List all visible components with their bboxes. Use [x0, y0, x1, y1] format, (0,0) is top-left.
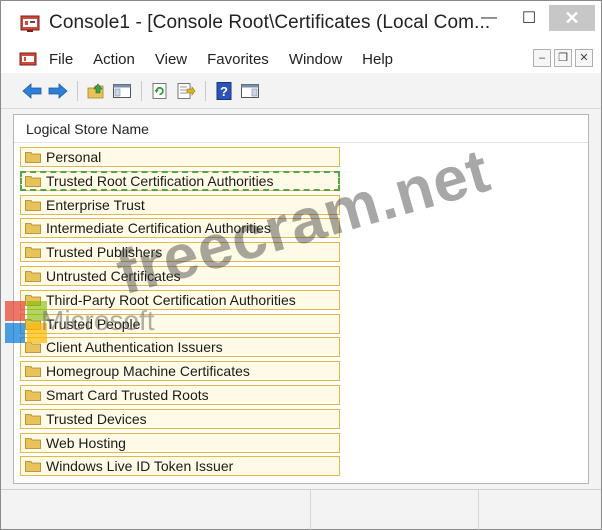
- child-window-buttons: – ❐ ✕: [533, 49, 593, 67]
- logical-store-list: Personal Trusted Root Certification Autho…: [20, 147, 340, 480]
- list-item[interactable]: Homegroup Machine Certificates: [20, 361, 340, 382]
- status-bar: [1, 489, 601, 530]
- child-close-button[interactable]: ✕: [575, 49, 593, 67]
- store-name: Enterprise Trust: [46, 196, 145, 213]
- folder-icon: [25, 342, 41, 354]
- list-item[interactable]: Trusted Root Certification Authorities: [20, 170, 340, 191]
- list-item[interactable]: Trusted Publishers: [20, 242, 340, 263]
- store-name: Trusted Root Certification Authorities: [46, 172, 274, 189]
- svg-text:?: ?: [220, 84, 228, 99]
- child-minimize-button[interactable]: –: [533, 49, 551, 67]
- menu-view[interactable]: View: [155, 51, 187, 68]
- store-name: Client Authentication Issuers: [46, 339, 223, 356]
- minimize-button[interactable]: —: [469, 5, 509, 31]
- store-name: Untrusted Certificates: [46, 267, 181, 284]
- back-arrow-icon: [22, 82, 42, 99]
- folder-icon: [25, 390, 41, 401]
- list-item[interactable]: Untrusted Certificates: [20, 265, 340, 286]
- menu-help[interactable]: Help: [362, 51, 393, 68]
- show-hide-console-tree-icon: [113, 83, 131, 98]
- console-system-menu-icon[interactable]: [19, 50, 37, 68]
- close-button[interactable]: ✕: [549, 5, 595, 31]
- store-name: Third-Party Root Certification Authoriti…: [46, 291, 296, 308]
- folder-icon: [25, 294, 41, 306]
- store-name: Intermediate Certification Authorities: [46, 220, 271, 237]
- list-item[interactable]: Web Hosting: [20, 432, 340, 453]
- list-item[interactable]: Personal: [20, 147, 340, 167]
- folder-icon: [25, 413, 41, 425]
- export-list-button[interactable]: [175, 80, 197, 102]
- refresh-icon: [152, 82, 167, 99]
- store-name: Web Hosting: [46, 434, 126, 451]
- list-item[interactable]: Trusted Devices: [20, 408, 340, 429]
- list-item[interactable]: Third-Party Root Certification Authoriti…: [20, 289, 340, 310]
- store-name: Trusted People: [46, 315, 141, 332]
- store-name: Smart Card Trusted Roots: [46, 386, 209, 403]
- help-button[interactable]: ?: [213, 80, 235, 102]
- folder-icon: [25, 175, 41, 187]
- folder-icon: [25, 366, 41, 378]
- up-one-level-button[interactable]: [85, 80, 107, 102]
- help-icon: ?: [216, 81, 232, 100]
- show-hide-console-tree-button[interactable]: [111, 80, 133, 102]
- folder-icon: [25, 437, 41, 449]
- folder-icon: [25, 318, 41, 330]
- store-name: Trusted Devices: [46, 410, 147, 427]
- store-name: Trusted Publishers: [46, 244, 163, 261]
- list-item[interactable]: Client Authentication Issuers: [20, 337, 340, 358]
- column-header-logical-store-name[interactable]: Logical Store Name: [14, 115, 588, 143]
- title-bar[interactable]: Console1 - [Console Root\Certificates (L…: [1, 1, 601, 45]
- store-name: Homegroup Machine Certificates: [46, 363, 250, 380]
- refresh-button[interactable]: [149, 80, 171, 102]
- folder-icon: [25, 223, 41, 235]
- export-list-icon: [177, 82, 196, 99]
- caption-buttons: — ☐ ✕: [469, 5, 595, 31]
- toolbar-separator: [205, 80, 206, 101]
- toolbar-separator: [141, 80, 142, 101]
- toolbar: ?: [1, 73, 601, 109]
- store-name: Personal: [46, 149, 102, 165]
- list-item[interactable]: Smart Card Trusted Roots: [20, 384, 340, 405]
- show-hide-action-pane-icon: [241, 83, 259, 98]
- list-item[interactable]: Intermediate Certification Authorities: [20, 218, 340, 239]
- mmc-console-icon: [19, 12, 41, 34]
- menu-action[interactable]: Action: [93, 51, 135, 68]
- status-cell: [311, 490, 479, 530]
- back-button[interactable]: [21, 80, 43, 102]
- status-cell: [1, 490, 311, 530]
- forward-button[interactable]: [47, 80, 69, 102]
- list-item[interactable]: Windows Live ID Token Issuer: [20, 456, 340, 477]
- folder-icon: [25, 247, 41, 259]
- folder-icon: [25, 271, 41, 282]
- child-restore-button[interactable]: ❐: [554, 49, 572, 67]
- status-cell: [479, 490, 601, 530]
- window-title: Console1 - [Console Root\Certificates (L…: [49, 12, 491, 33]
- menu-favorites[interactable]: Favorites: [207, 51, 269, 68]
- mmc-window: Console1 - [Console Root\Certificates (L…: [0, 0, 602, 530]
- menu-file[interactable]: File: [49, 51, 73, 68]
- menu-window[interactable]: Window: [289, 51, 342, 68]
- toolbar-separator: [77, 80, 78, 101]
- maximize-button[interactable]: ☐: [509, 5, 549, 31]
- list-item[interactable]: Trusted People: [20, 313, 340, 334]
- folder-icon: [25, 461, 41, 473]
- list-item[interactable]: Enterprise Trust: [20, 194, 340, 215]
- show-hide-action-pane-button[interactable]: [239, 80, 261, 102]
- menu-bar: File Action View Favorites Window Help –…: [1, 45, 601, 73]
- store-name: Windows Live ID Token Issuer: [46, 458, 234, 475]
- results-pane[interactable]: Logical Store Name Personal Trusted Root …: [13, 114, 589, 484]
- folder-icon: [25, 152, 41, 163]
- forward-arrow-icon: [48, 82, 68, 99]
- up-folder-icon: [87, 83, 104, 98]
- folder-icon: [25, 199, 41, 211]
